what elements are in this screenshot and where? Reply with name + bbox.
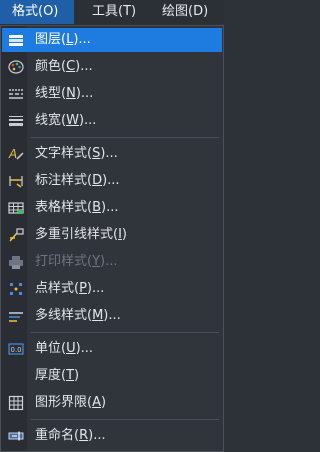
menu-item-dimension-style[interactable]: 标注样式(D)...: [2, 169, 222, 193]
menu-item-lineweight[interactable]: 线宽(W)...: [2, 109, 222, 133]
multiline-style-icon: [8, 308, 24, 324]
rename-icon: [8, 428, 24, 444]
menu-item-print-style: 打印样式(Y)...: [2, 250, 222, 274]
menu-item-linetype[interactable]: 线型(N)...: [2, 82, 222, 106]
drawing-limits-icon: [8, 395, 24, 411]
thickness-icon: [8, 368, 24, 384]
point-style-icon: [8, 281, 24, 297]
menu-item-label: 图形界限(A): [35, 395, 107, 410]
layers-icon: [8, 32, 24, 48]
color-palette-icon: [8, 59, 24, 75]
print-style-icon: [8, 254, 24, 270]
menu-item-table-style[interactable]: 表格样式(B)...: [2, 196, 222, 220]
menu-item-thickness[interactable]: 厚度(T): [2, 364, 222, 388]
menu-item-multiline-style[interactable]: 多线样式(M)...: [2, 304, 222, 328]
menu-separator: [31, 137, 219, 138]
menu-item-text-style[interactable]: A 文字样式(S)...: [2, 142, 222, 166]
menu-item-label: 表格样式(B)...: [35, 200, 119, 215]
menu-tools[interactable]: 工具(T): [74, 0, 152, 24]
linetype-icon: [8, 86, 24, 102]
menu-bar: 格式(O) 工具(T) 绘图(D): [0, 0, 224, 24]
menu-item-label: 线宽(W)...: [35, 113, 97, 128]
menu-item-label: 颜色(C)...: [35, 59, 93, 74]
text-style-icon: A: [8, 146, 24, 162]
units-icon: 0.0: [8, 341, 24, 357]
menu-separator: [31, 419, 219, 420]
menu-item-label: 多线样式(M)...: [35, 308, 121, 323]
table-style-icon: [8, 200, 24, 216]
menu-item-label: 线型(N)...: [35, 86, 94, 101]
dimension-style-icon: [8, 173, 24, 189]
menu-draw[interactable]: 绘图(D): [152, 0, 216, 24]
multileader-style-icon: [8, 227, 24, 243]
menu-item-point-style[interactable]: 点样式(P)...: [2, 277, 222, 301]
menu-item-label: 多重引线样式(I): [35, 227, 127, 242]
svg-text:A: A: [8, 147, 17, 161]
menu-item-label: 厚度(T): [35, 368, 80, 383]
menu-item-layer[interactable]: 图层(L)...: [2, 28, 222, 52]
format-dropdown-menu: 图层(L)... 颜色(C)... 线型(N)... 线宽(W)... A 文字…: [0, 25, 224, 452]
menu-item-label: 打印样式(Y)...: [35, 254, 118, 269]
svg-text:0.0: 0.0: [11, 346, 22, 354]
menu-item-rename[interactable]: 重命名(R)...: [2, 424, 222, 448]
menu-format[interactable]: 格式(O): [0, 0, 74, 24]
menu-item-label: 单位(U)...: [35, 341, 94, 356]
menu-item-label: 标注样式(D)...: [35, 173, 120, 188]
lineweight-icon: [8, 113, 24, 129]
menu-item-label: 图层(L)...: [35, 32, 91, 47]
menu-separator: [31, 332, 219, 333]
menu-item-color[interactable]: 颜色(C)...: [2, 55, 222, 79]
menu-item-multileader-style[interactable]: 多重引线样式(I): [2, 223, 222, 247]
menu-item-label: 重命名(R)...: [35, 428, 106, 443]
menu-item-drawing-limits[interactable]: 图形界限(A): [2, 391, 222, 415]
menu-item-label: 点样式(P)...: [35, 281, 105, 296]
menu-item-label: 文字样式(S)...: [35, 146, 118, 161]
menu-item-units[interactable]: 0.0 单位(U)...: [2, 337, 222, 361]
